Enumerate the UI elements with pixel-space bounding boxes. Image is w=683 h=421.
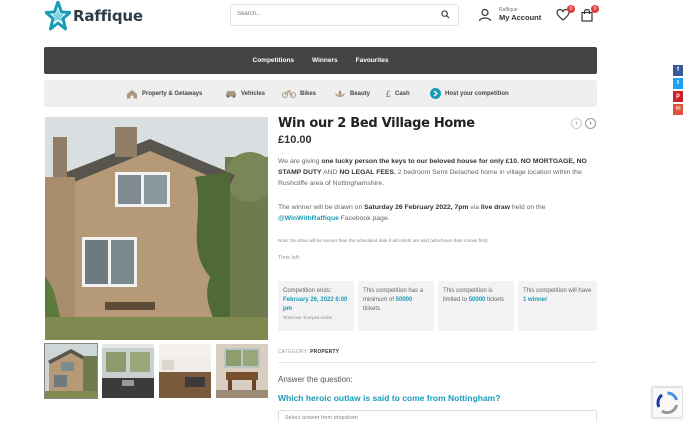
twitter-share-icon[interactable]: t xyxy=(673,78,683,89)
search-icon[interactable] xyxy=(441,10,450,19)
competition-info-cards: Competition ends: February 26, 2022 6:00… xyxy=(278,281,597,331)
lotus-icon xyxy=(335,90,345,97)
my-account[interactable]: Raffique My Account xyxy=(478,5,541,25)
cat-label: Vehicles xyxy=(241,90,266,97)
chevron-left-icon: ‹ xyxy=(575,120,578,127)
thumbnail-4[interactable] xyxy=(216,344,268,398)
product-nav-arrows: ‹ › xyxy=(571,118,596,129)
cat-label: Cash xyxy=(395,90,410,97)
cat-host-competition[interactable]: Host your competition xyxy=(430,80,509,107)
cat-bikes[interactable]: Bikes xyxy=(282,80,316,107)
facebook-page-link[interactable]: @WinWithRaffique xyxy=(278,215,339,222)
cart-button[interactable]: 0 xyxy=(580,5,599,22)
product-price: £10.00 xyxy=(278,134,312,146)
thumbnail-strip xyxy=(44,343,268,399)
recaptcha-icon xyxy=(656,391,678,415)
card-winners: This competition will have 1 winner xyxy=(518,281,597,331)
facebook-share-icon[interactable]: f xyxy=(673,65,683,76)
bike-icon xyxy=(282,90,296,98)
site-header: Raffique Raffique My Account 0 0 xyxy=(0,0,683,38)
prev-product-button[interactable]: ‹ xyxy=(571,118,582,129)
cat-vehicles[interactable]: Vehicles xyxy=(225,80,265,107)
product-description: We are giving one lucky person the keys … xyxy=(278,158,587,187)
chevron-right-icon: › xyxy=(589,120,592,127)
cat-label: Property & Getaways xyxy=(142,90,203,97)
nav-winners[interactable]: Winners xyxy=(303,57,347,64)
account-label: My Account xyxy=(499,13,542,22)
recaptcha-badge[interactable] xyxy=(652,387,683,418)
email-share-icon[interactable]: ✉ xyxy=(673,104,683,115)
answer-dropdown[interactable]: Select answer from dropdown xyxy=(278,410,597,421)
house-photo xyxy=(45,117,268,340)
thumbnail-2[interactable] xyxy=(102,344,154,398)
logo[interactable]: Raffique xyxy=(45,0,143,32)
star-logo-icon xyxy=(45,1,71,31)
wishlist-button[interactable]: 0 xyxy=(556,5,575,22)
social-share-bar: f t p ✉ xyxy=(673,65,683,117)
car-icon xyxy=(226,91,236,98)
thumbnail-3[interactable] xyxy=(159,344,211,398)
pound-icon: £ xyxy=(386,88,392,99)
category-link[interactable]: PROPERTY xyxy=(310,349,339,355)
cart-count-badge: 0 xyxy=(591,5,599,13)
card-minimum-tickets: This competition has a minimum of 50000 … xyxy=(358,281,434,331)
search-input[interactable] xyxy=(237,11,427,17)
product-category: CATEGORY: PROPERTY xyxy=(278,349,340,355)
search-box[interactable] xyxy=(230,4,459,26)
house-icon xyxy=(127,89,137,98)
nav-favourites[interactable]: Favourites xyxy=(347,57,398,64)
divider xyxy=(278,362,597,363)
nav-competitions[interactable]: Competitions xyxy=(244,57,304,64)
time-left-label: Time left: xyxy=(278,255,301,261)
product-main-image[interactable] xyxy=(45,117,268,340)
wishlist-count-badge: 0 xyxy=(567,5,575,13)
category-bar: Property & Getaways Vehicles Bikes Beaut… xyxy=(44,80,597,107)
cat-beauty[interactable]: Beauty xyxy=(334,80,370,107)
user-icon xyxy=(478,8,492,22)
answer-question-label: Answer the question: xyxy=(278,375,353,384)
product-title: Win our 2 Bed Village Home xyxy=(278,116,475,131)
cat-property-getaways[interactable]: Property & Getaways xyxy=(126,80,202,107)
cat-cash[interactable]: £ Cash xyxy=(386,80,410,107)
arrow-circle-icon xyxy=(430,88,441,99)
cat-label: Bikes xyxy=(300,90,317,97)
main-nav: Competitions Winners Favourites xyxy=(44,47,597,74)
logo-text: Raffique xyxy=(73,7,143,25)
cat-label: Beauty xyxy=(350,90,371,97)
draw-note: Note: the draw will be sooner than the s… xyxy=(278,238,488,243)
draw-info: The winner will be drawn on Saturday 26 … xyxy=(278,204,546,222)
cat-label: Host your competition xyxy=(445,90,509,97)
next-product-button[interactable]: › xyxy=(585,118,596,129)
card-ticket-limit: This competition is limited to 50000 tic… xyxy=(438,281,514,331)
pinterest-share-icon[interactable]: p xyxy=(673,91,683,102)
competition-question: Which heroic outlaw is said to come from… xyxy=(278,393,501,403)
card-competition-ends: Competition ends: February 26, 2022 6:00… xyxy=(278,281,354,331)
thumbnail-1[interactable] xyxy=(44,343,98,399)
